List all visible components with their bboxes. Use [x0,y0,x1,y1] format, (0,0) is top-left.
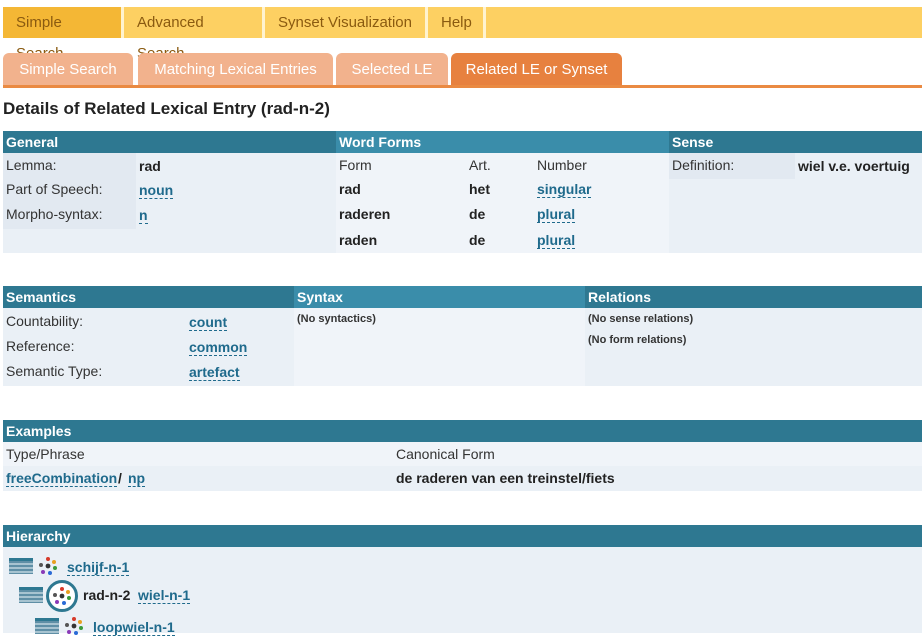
nav-simple-search[interactable]: Simple Search [3,7,121,62]
hierarchy-header: Hierarchy [3,525,922,547]
art-column-header: Art. [469,157,491,173]
type-phrase-column-header: Type/Phrase [6,446,85,462]
examples-header: Examples [3,420,922,442]
word-form-number-link[interactable]: plural [537,232,576,249]
hierarchy-link-loopwiel[interactable]: loopwiel-n-1 [93,619,175,636]
sub-tabs: Simple Search Matching Lexical Entries S… [3,53,922,88]
countability-label: Countability: [6,313,84,329]
relations-header: Relations [585,286,922,308]
hierarchy-link-schijf[interactable]: schijf-n-1 [67,559,130,576]
nav-advanced-search[interactable]: Advanced Search [124,7,262,62]
word-form-number-link[interactable]: plural [537,206,576,223]
example-type-link[interactable]: freeCombination [6,470,118,487]
lemma-value: rad [139,158,161,174]
lemma-label: Lemma: [6,157,57,173]
word-form: rad [339,181,361,197]
canonical-form-value: de raderen van een treinstel/fiets [396,470,615,486]
general-header: General [3,131,336,153]
tab-related-le-or-synset[interactable]: Related LE or Synset [451,53,622,85]
nav-separator [483,7,486,38]
word-form: raderen [339,206,391,222]
word-form-article: het [469,181,490,197]
syntax-note: (No syntactics) [297,313,376,325]
pos-label: Part of Speech: [6,181,103,197]
canonical-form-column-header: Canonical Form [396,446,495,462]
synset-icon [65,617,83,635]
form-column-header: Form [339,157,372,173]
pos-link[interactable]: noun [139,182,174,199]
reference-link[interactable]: common [189,339,248,356]
number-column-header: Number [537,157,587,173]
nav-synset-visualization[interactable]: Synset Visualization [265,7,425,38]
sense-relations-note: (No sense relations) [588,313,694,325]
top-navigation: Simple Search Advanced Search Synset Vis… [3,7,922,62]
word-form-article: de [469,232,486,248]
synset-icon [39,557,57,575]
semantics-header: Semantics [3,286,294,308]
semantic-type-link[interactable]: artefact [189,364,240,381]
form-relations-note: (No form relations) [588,334,687,346]
nav-help[interactable]: Help [428,7,483,38]
word-form-number-link[interactable]: singular [537,181,592,198]
hierarchy-link-wiel[interactable]: wiel-n-1 [138,587,191,604]
hierarchy-level-icon [19,587,43,603]
tab-matching-lexical-entries[interactable]: Matching Lexical Entries [138,53,333,85]
definition-value: wiel v.e. voertuig [798,158,910,174]
example-separator: / [118,470,122,486]
countability-link[interactable]: count [189,314,228,331]
hierarchy-current-entry: rad-n-2 [83,587,131,603]
syntax-header: Syntax [294,286,585,308]
hierarchy-level-icon [35,618,59,634]
sense-header: Sense [669,131,922,153]
definition-label: Definition: [672,157,735,173]
word-form-article: de [469,206,486,222]
word-form: raden [339,232,378,248]
synset-icon [53,587,71,605]
example-phrase-link[interactable]: np [128,470,146,487]
word-forms-header: Word Forms [336,131,669,153]
hierarchy-level-icon [9,558,33,574]
tab-selected-le[interactable]: Selected LE [336,53,448,85]
morpho-syntax-link[interactable]: n [139,207,148,224]
tab-simple-search[interactable]: Simple Search [3,53,133,85]
reference-label: Reference: [6,338,75,354]
word-forms-panel [336,153,669,253]
page-title: Details of Related Lexical Entry (rad-n-… [3,99,330,118]
morpho-syntax-label: Morpho-syntax: [6,206,103,222]
semantic-type-label: Semantic Type: [6,363,103,379]
